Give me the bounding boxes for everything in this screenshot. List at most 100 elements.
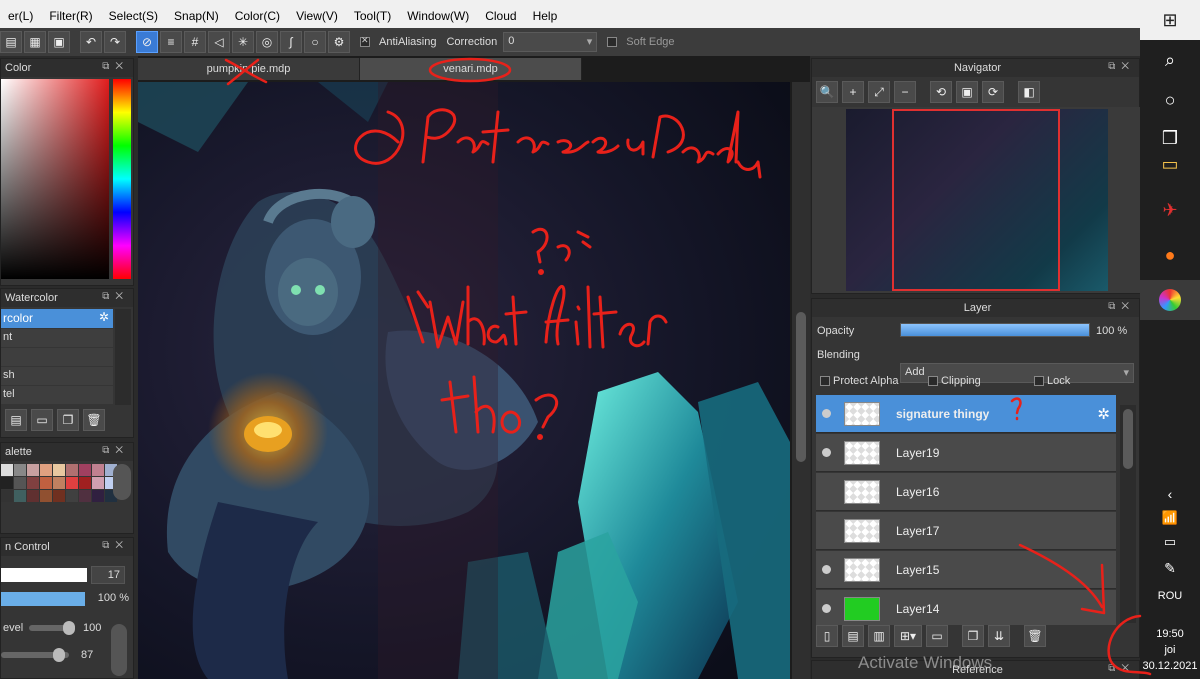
app-launcher-icon[interactable]: ✈ [1140,190,1200,230]
palette-scrollbar[interactable] [113,464,131,500]
panel-float-close-icon[interactable]: ⧉✕ [1108,61,1135,72]
brush-size-slider[interactable] [1,568,87,582]
layer-opacity-slider[interactable] [900,323,1090,337]
circle-snap-icon[interactable]: ○ [304,31,326,53]
layer-folder-icon[interactable]: ▭ [926,625,948,647]
snap-settings-icon[interactable]: ⚙ [328,31,350,53]
layer-list-scrollbar[interactable] [1120,405,1136,623]
snap-off-icon[interactable]: ⊘ [136,31,158,53]
language-indicator[interactable]: ROU [1140,590,1200,602]
layer-row-signature-thingy[interactable]: signature thingy ✲ [816,395,1116,433]
duplicate-brush-icon[interactable]: ❐ [57,409,79,431]
rotate-left-icon[interactable]: ⟲ [930,81,952,103]
palette-swatches[interactable] [1,464,117,502]
level-slider[interactable] [29,621,75,635]
menu-color[interactable]: Color(C) [227,9,288,23]
windows-start-icon[interactable]: ⊞ [1140,0,1200,40]
brush-param-knob[interactable] [53,648,65,662]
zoom-out-icon[interactable]: − [894,81,916,103]
menu-cloud[interactable]: Cloud [477,9,524,23]
soft-edge-checkbox[interactable] [607,37,618,47]
grid-snap-icon[interactable]: # [184,31,206,53]
panel-float-close-icon[interactable]: ⧉✕ [1108,301,1135,312]
menu-filter[interactable]: Filter(R) [41,9,100,23]
hue-slider[interactable] [113,79,131,279]
perspective-snap-icon[interactable]: ◁ [208,31,230,53]
flip-horizontal-icon[interactable]: ◧ [1018,81,1040,103]
menu-window[interactable]: Window(W) [399,9,477,23]
menu-layer[interactable]: er(L) [0,9,41,23]
protect-alpha-option[interactable]: Protect Alpha [820,375,898,387]
menu-tool[interactable]: Tool(T) [346,9,399,23]
pen-icon[interactable]: ✎ [1140,548,1200,588]
canvas-vertical-scrollbar[interactable] [792,82,810,679]
clipping-option[interactable]: Clipping [928,375,981,387]
new-halftone-layer-icon[interactable]: ▤ [842,625,864,647]
visibility-eye-icon[interactable] [822,604,831,613]
firefox-icon[interactable]: ● [1140,235,1200,275]
merge-layer-icon[interactable]: ⇊ [988,625,1010,647]
navigator-view-rect[interactable] [892,109,1060,291]
new-file-icon[interactable]: ▤ [0,31,22,53]
visibility-eye-icon[interactable] [822,409,831,418]
correction-select[interactable]: 0 [503,32,598,52]
parallel-snap-icon[interactable]: ≡ [160,31,182,53]
fit-icon[interactable]: ⤢ [868,81,890,103]
brush-opacity-slider[interactable] [1,592,85,606]
panel-float-close-icon[interactable]: ⧉✕ [102,445,129,456]
menu-help[interactable]: Help [525,9,566,23]
delete-layer-icon[interactable]: 🗑 [1024,625,1046,647]
panel-float-close-icon[interactable]: ⧉✕ [102,61,129,72]
brush-list-scrollbar[interactable] [115,309,131,405]
clipping-checkbox[interactable] [928,376,938,387]
zoom-in-icon[interactable]: + [842,81,864,103]
brush-item[interactable]: sh [1,367,113,385]
curve-snap-icon[interactable]: ∫ [280,31,302,53]
new-brush-icon[interactable]: ▤ [5,409,27,431]
layer-row-layer19[interactable]: Layer19 [816,434,1116,472]
menu-select[interactable]: Select(S) [101,9,166,23]
layer-settings-gear-icon[interactable]: ✲ [1097,405,1110,423]
layer-row-layer16[interactable]: Layer16 [816,473,1116,511]
cortana-icon[interactable]: ○ [1140,80,1200,120]
menu-view[interactable]: View(V) [288,9,346,23]
brush-folder-icon[interactable]: ▭ [31,409,53,431]
antialiasing-checkbox[interactable] [360,35,370,47]
visibility-eye-icon[interactable] [822,448,831,457]
delete-brush-icon[interactable]: 🗑 [83,409,105,431]
brush-param-slider[interactable] [1,648,69,662]
add-layer-menu-icon[interactable]: ⊞▾ [894,625,922,647]
reset-view-icon[interactable]: ▣ [956,81,978,103]
undo-icon[interactable]: ↶ [80,31,102,53]
level-slider-knob[interactable] [63,621,75,635]
navigator-preview[interactable] [812,107,1140,293]
radial-snap-icon[interactable]: ✳ [232,31,254,53]
concentric-snap-icon[interactable]: ◎ [256,31,278,53]
panel-float-close-icon[interactable]: ⧉✕ [102,291,129,302]
brush-item[interactable] [1,348,113,366]
visibility-eye-icon[interactable] [822,565,831,574]
rotate-right-icon[interactable]: ⟳ [982,81,1004,103]
duplicate-layer-icon[interactable]: ❐ [962,625,984,647]
brush-size-value[interactable]: 17 [91,566,125,584]
lock-option[interactable]: Lock [1034,375,1070,387]
brush-item[interactable]: nt [1,329,113,347]
zoom-actual-icon[interactable]: 🔍 [816,81,838,103]
protect-alpha-checkbox[interactable] [820,376,830,387]
brush-control-scrollbar[interactable] [111,624,127,676]
file-explorer-icon[interactable]: ▭ [1140,144,1200,184]
medibang-icon[interactable] [1140,280,1200,320]
redo-icon[interactable]: ↷ [104,31,126,53]
save-icon[interactable]: ▣ [48,31,70,53]
new-layer-8bit-icon[interactable]: ▥ [868,625,890,647]
artwork-canvas[interactable] [138,82,790,679]
canvas-scroll-thumb[interactable] [796,312,806,462]
color-sv-picker[interactable] [1,79,109,279]
menu-snap[interactable]: Snap(N) [166,9,227,23]
brush-item-selected[interactable]: rcolor ✲ [1,309,113,328]
gear-icon[interactable]: ✲ [99,310,109,324]
brush-item[interactable]: tel [1,386,113,404]
panel-float-close-icon[interactable]: ⧉✕ [102,540,129,551]
open-file-icon[interactable]: ▦ [24,31,46,53]
lock-checkbox[interactable] [1034,376,1044,387]
